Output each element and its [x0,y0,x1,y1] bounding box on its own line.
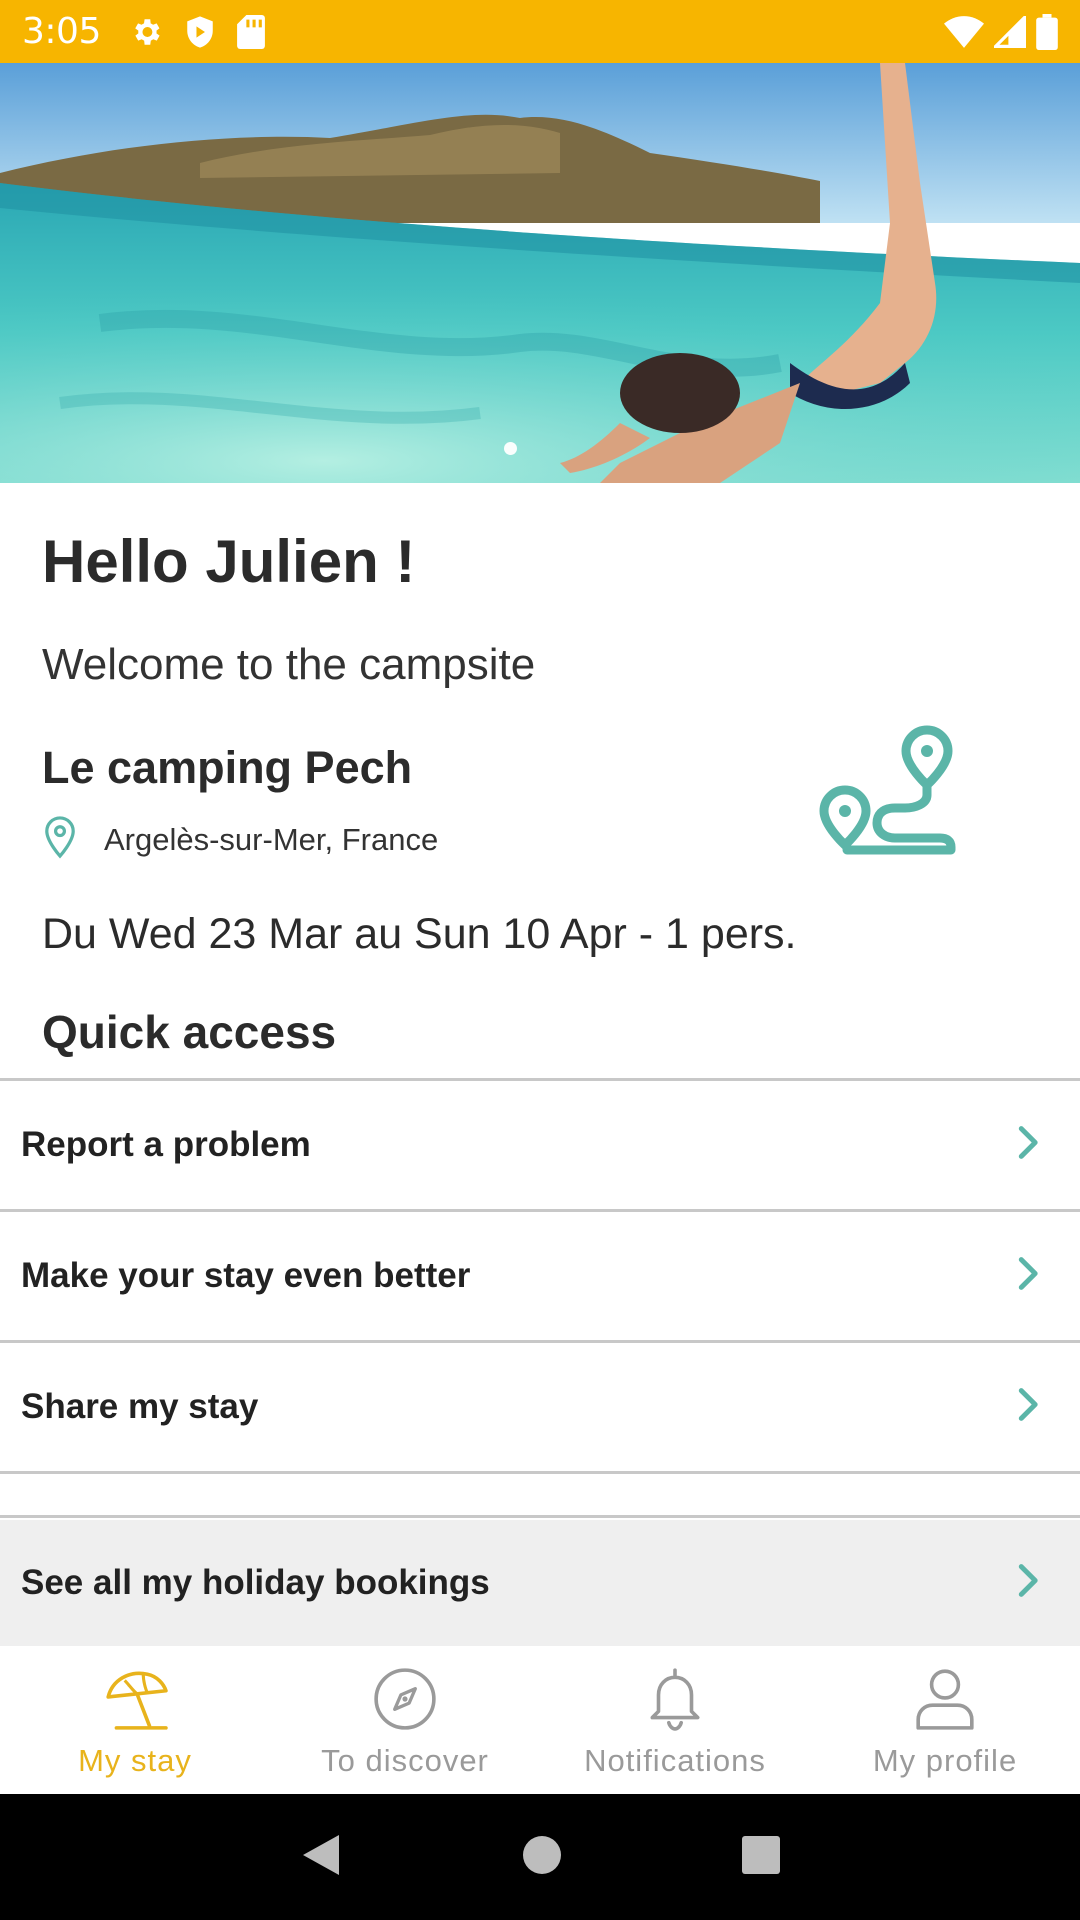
system-navigation-bar [0,1794,1080,1920]
quick-access-list: Report a problem Make your stay even bet… [0,1078,1080,1518]
chevron-right-icon [1018,1126,1040,1165]
tab-label: My profile [872,1743,1018,1778]
bell-icon [642,1666,708,1737]
recents-icon[interactable] [741,1835,781,1880]
bookings-label: See all my holiday bookings [21,1563,490,1602]
greeting-title: Hello Julien ! [42,528,416,595]
back-icon[interactable] [299,1831,343,1884]
battery-icon [1036,13,1058,50]
location-text: Argelès-sur-Mer, France [104,821,439,857]
beach-umbrella-icon [102,1666,168,1737]
tab-my-stay[interactable]: My stay [0,1646,270,1794]
list-item-label: Make your stay even better [21,1256,471,1295]
sd-card-icon [236,14,265,49]
location-pin-icon [42,815,78,864]
bottom-navigation: My stay To discover Notifications My pro… [0,1646,1080,1794]
welcome-text: Welcome to the campsite [42,640,536,689]
tab-my-profile[interactable]: My profile [810,1646,1080,1794]
chevron-right-icon [1018,1257,1040,1296]
home-icon[interactable] [521,1834,563,1881]
shield-icon [185,15,215,49]
tab-notifications[interactable]: Notifications [540,1646,810,1794]
tab-label: My stay [78,1743,192,1778]
status-bar: 3:05 [0,0,1080,63]
list-item-label: Report a problem [21,1125,311,1164]
compass-icon [372,1666,438,1737]
list-divider [0,1474,1080,1518]
campsite-location: Argelès-sur-Mer, France [42,815,438,864]
quick-access-title: Quick access [42,1006,337,1058]
tab-to-discover[interactable]: To discover [270,1646,540,1794]
gear-icon [129,15,163,49]
wifi-icon [944,15,984,48]
chevron-right-icon [1018,1388,1040,1427]
tab-label: To discover [321,1743,489,1778]
status-time: 3:05 [22,11,101,52]
stay-dates: Du Wed 23 Mar au Sun 10 Apr - 1 pers. [42,910,797,958]
signal-icon [994,15,1026,48]
carousel-indicator[interactable] [504,442,517,455]
list-item-label: Share my stay [21,1387,259,1426]
see-all-bookings-button[interactable]: See all my holiday bookings [0,1520,1080,1646]
list-item-improve-stay[interactable]: Make your stay even better [0,1212,1080,1343]
person-icon [912,1666,978,1737]
tab-label: Notifications [584,1743,766,1778]
route-map-icon[interactable] [815,720,965,865]
status-right-icons [944,13,1058,50]
campsite-name: Le camping Pech [42,742,413,793]
list-item-report-problem[interactable]: Report a problem [0,1081,1080,1212]
hero-image[interactable] [0,63,1080,483]
chevron-right-icon [1018,1564,1040,1603]
status-system-icons [129,14,265,49]
list-item-share-stay[interactable]: Share my stay [0,1343,1080,1474]
